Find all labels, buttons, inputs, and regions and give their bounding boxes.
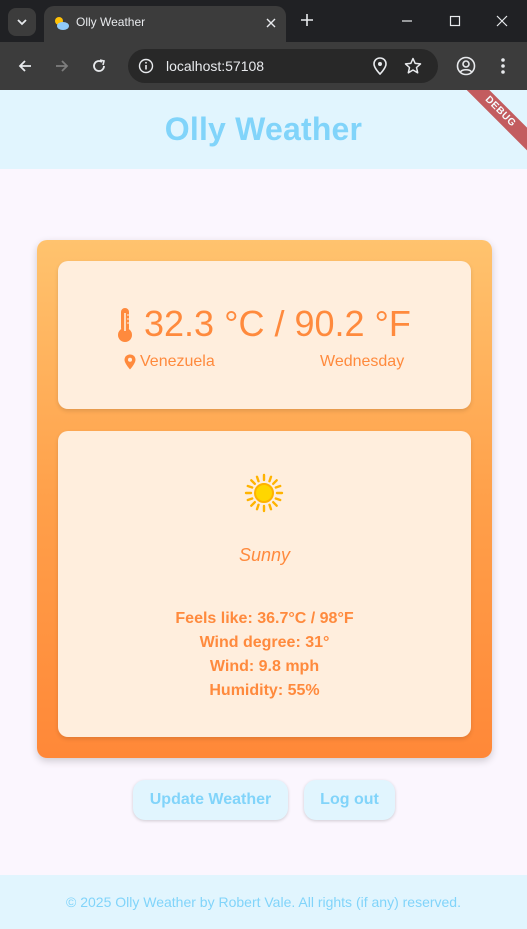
location-icon: [373, 57, 387, 75]
logout-button[interactable]: Log out: [304, 780, 395, 820]
wind-speed-text: Wind: 9.8 mph: [209, 658, 320, 675]
close-window-button[interactable]: [488, 8, 516, 34]
app-viewport: Olly Weather DEBUG 32.3 °C / 90.2 °F Ven…: [0, 90, 527, 929]
url-text: localhost:57108: [166, 58, 265, 74]
reload-icon: [93, 59, 105, 72]
browser-tab[interactable]: Olly Weather: [44, 6, 286, 42]
forward-icon: [56, 60, 69, 72]
browser-toolbar: localhost:57108: [0, 42, 527, 90]
new-tab-button[interactable]: [296, 10, 318, 32]
feels-like-text: Feels like: 36.7°C / 98°F: [175, 610, 354, 627]
maximize-icon: [449, 15, 461, 27]
chevron-down-icon: [17, 19, 27, 26]
app-title: Olly Weather: [164, 111, 363, 147]
profile-icon: [456, 56, 476, 76]
info-icon: [138, 58, 154, 74]
site-info-button[interactable]: [136, 56, 156, 76]
humidity-text: Humidity: 55%: [209, 682, 320, 699]
bookmark-button[interactable]: [403, 56, 423, 76]
app-header: Olly Weather: [0, 90, 527, 169]
reload-button[interactable]: [87, 54, 111, 78]
location-label: Venezuela: [140, 353, 215, 370]
temperature-panel: 32.3 °C / 90.2 °F Venezuela Wednesday: [58, 261, 471, 409]
minimize-icon: [402, 20, 412, 22]
close-tab-button[interactable]: [262, 14, 280, 32]
weather-card: 32.3 °C / 90.2 °F Venezuela Wednesday Su…: [37, 240, 492, 758]
conditions-panel: Sunny Feels like: 36.7°C / 98°F Wind deg…: [58, 431, 471, 737]
address-bar[interactable]: localhost:57108: [128, 49, 438, 83]
close-icon: [496, 15, 508, 27]
sun-icon: [244, 473, 284, 513]
minimize-button[interactable]: [393, 8, 421, 34]
tab-search-button[interactable]: [8, 8, 36, 36]
back-icon: [18, 60, 31, 72]
tab-title: Olly Weather: [76, 15, 146, 29]
day-label: Wednesday: [320, 353, 405, 370]
thermometer-icon: [118, 308, 132, 342]
menu-icon: [501, 58, 505, 74]
wind-degree-text: Wind degree: 31°: [199, 634, 330, 651]
back-button[interactable]: [13, 54, 37, 78]
app-footer: © 2025 Olly Weather by Robert Vale. All …: [0, 875, 527, 929]
close-icon: [266, 18, 276, 28]
temperature-reading: 32.3 °C / 90.2 °F: [144, 303, 411, 344]
star-icon: [404, 57, 422, 74]
weather-favicon-icon: [55, 17, 69, 30]
browser-menu-button[interactable]: [491, 54, 515, 78]
location-permission-button[interactable]: [370, 56, 390, 76]
browser-tabstrip: Olly Weather: [0, 0, 527, 42]
weather-details: Feels like: 36.7°C / 98°F Wind degree: 3…: [58, 607, 471, 703]
plus-icon: [301, 14, 313, 26]
condition-label: Sunny: [238, 545, 291, 565]
update-weather-button[interactable]: Update Weather: [133, 780, 288, 820]
maximize-button[interactable]: [441, 8, 469, 34]
footer-text: © 2025 Olly Weather by Robert Vale. All …: [66, 894, 461, 910]
pin-icon: [124, 354, 136, 370]
forward-button[interactable]: [50, 54, 74, 78]
profile-button[interactable]: [454, 54, 478, 78]
